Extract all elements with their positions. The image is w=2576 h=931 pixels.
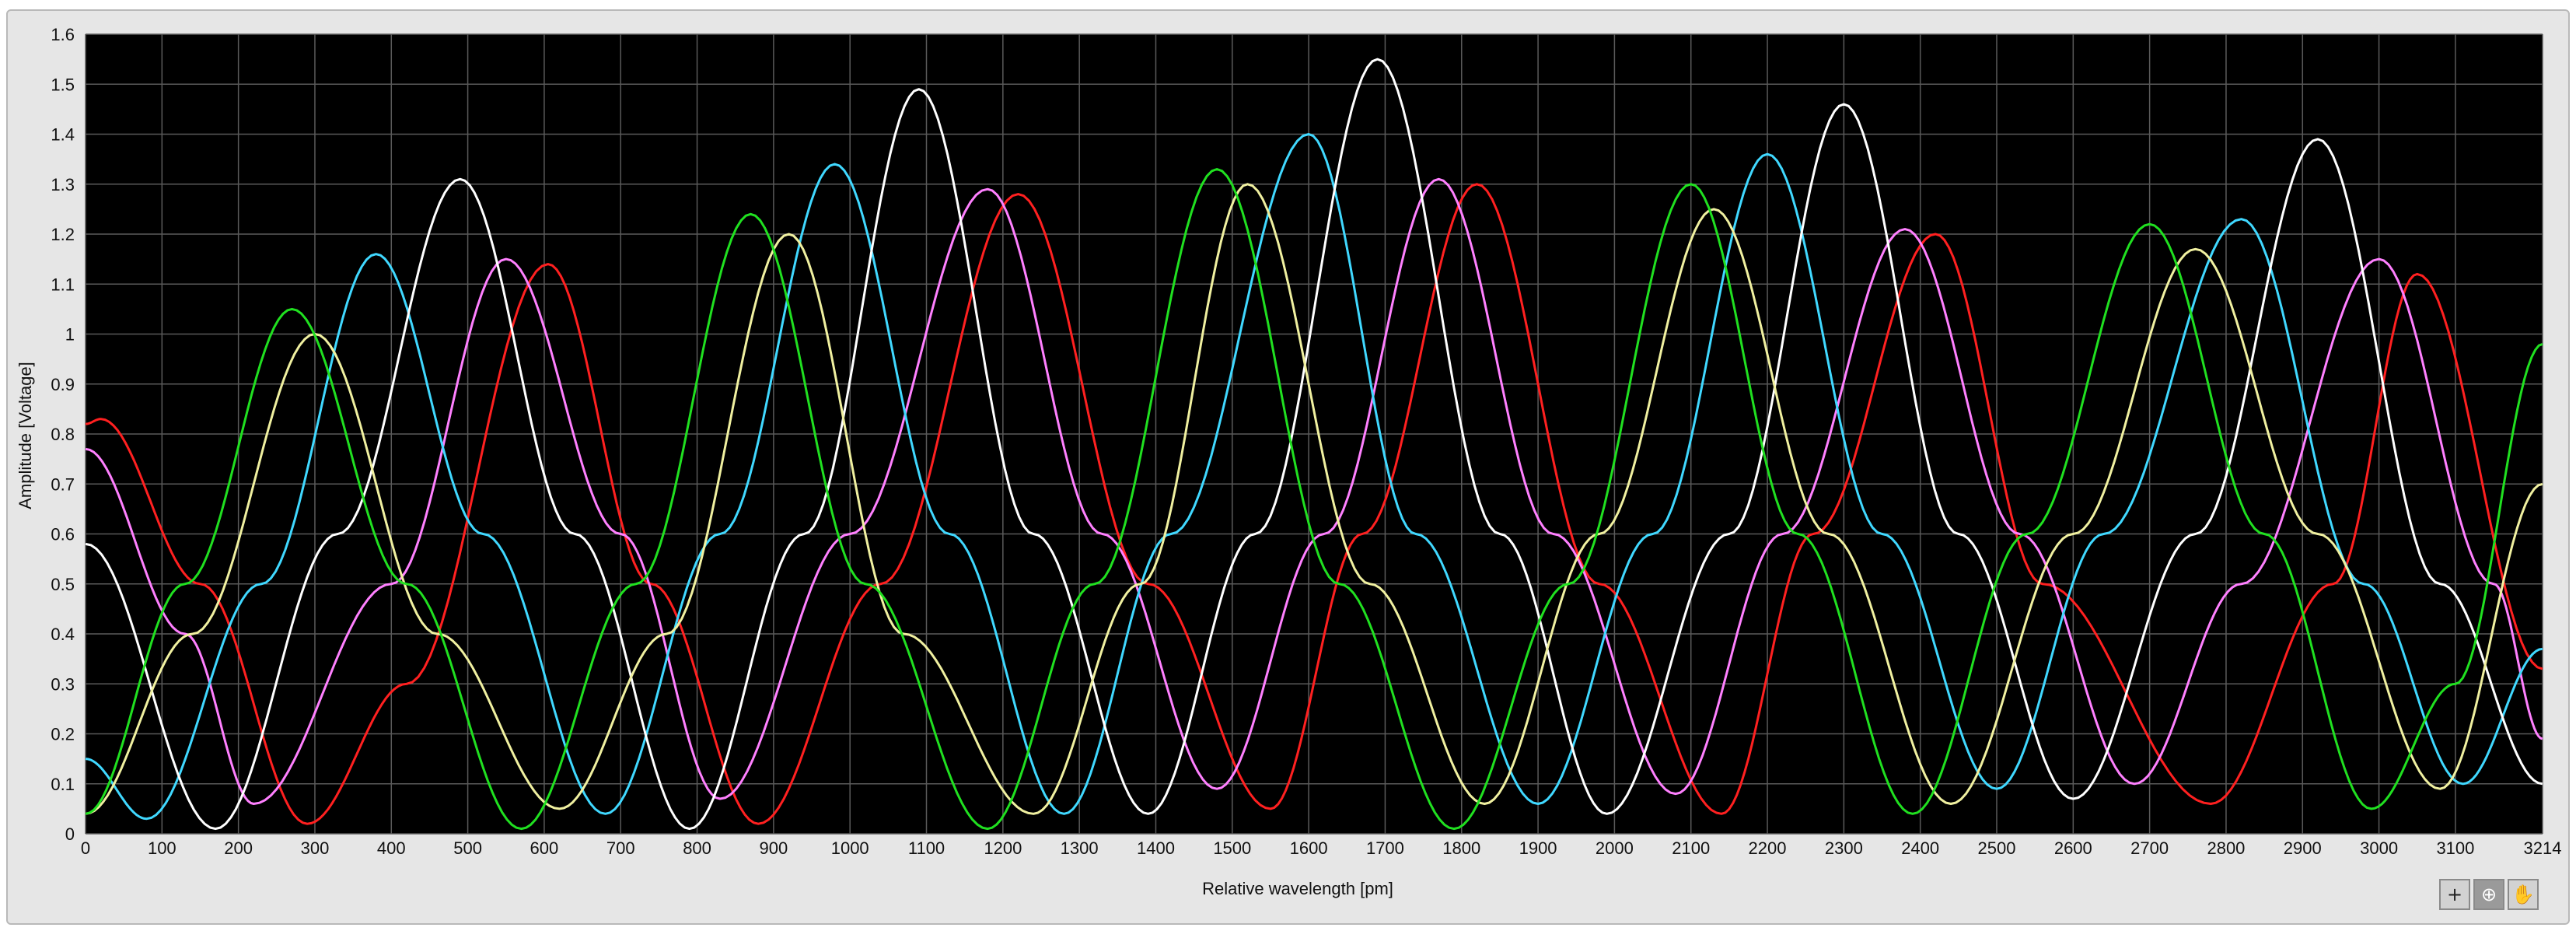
y-tick-labels: 0 0.1 0.2 0.3 0.4 0.5 0.6 0.7 0.8 0.9 1 1.1 1.2 1.3 1.… (51, 25, 75, 844)
x-tick-label: 2200 (1749, 838, 1787, 858)
x-tick-label: 2600 (2054, 838, 2092, 858)
x-tick-label: 1200 (984, 838, 1022, 858)
y-tick-label: 0.4 (51, 625, 75, 644)
y-tick-label: 0.9 (51, 375, 75, 394)
y-tick-label: 1.4 (51, 125, 75, 145)
x-tick-label: 2400 (1901, 838, 1939, 858)
x-tick-label: 100 (148, 838, 177, 858)
x-tick-label: 1000 (831, 838, 869, 858)
cursor-move-tool-button[interactable]: + (2439, 879, 2470, 910)
y-tick-label: 0.7 (51, 474, 75, 494)
y-tick-label: 0 (65, 824, 75, 844)
x-tick-label: 500 (453, 838, 482, 858)
x-tick-label: 900 (760, 838, 788, 858)
plot-area[interactable] (85, 33, 2543, 835)
x-tick-label: 1700 (1366, 838, 1404, 858)
x-tick-label: 800 (683, 838, 711, 858)
y-tick-label: 0.1 (51, 775, 75, 794)
x-tick-label: 200 (224, 838, 253, 858)
x-tick-label: 1300 (1061, 838, 1099, 858)
y-tick-label: 1 (65, 325, 75, 345)
x-tick-label: 2800 (2207, 838, 2245, 858)
y-tick-label: 1.3 (51, 175, 75, 194)
x-tick-label: 2100 (1672, 838, 1710, 858)
x-tick-label: 1800 (1442, 838, 1480, 858)
y-tick-label: 1.2 (51, 225, 75, 244)
x-tick-label: 400 (377, 838, 406, 858)
x-tick-label: 300 (301, 838, 330, 858)
y-tick-label: 1.6 (51, 25, 75, 44)
x-tick-label: 2000 (1596, 838, 1634, 858)
x-tick-label: 3000 (2360, 838, 2398, 858)
x-tick-label: 700 (606, 838, 635, 858)
x-tick-label: 2500 (1978, 838, 2016, 858)
x-tick-label: 600 (530, 838, 559, 858)
x-tick-labels: 0 100 200 300 400 500 600 700 800 900 1000 1100 1200… (81, 838, 2562, 858)
x-tick-label: 1100 (908, 838, 945, 858)
x-tick-label: 3214 (2524, 838, 2562, 858)
y-axis-title: Amplitude [Voltage] (16, 362, 35, 509)
x-tick-label: 2900 (2284, 838, 2322, 858)
x-tick-label: 2700 (2130, 838, 2169, 858)
y-tick-label: 0.2 (51, 725, 75, 744)
x-tick-label: 3100 (2436, 838, 2474, 858)
x-tick-label: 1600 (1290, 838, 1328, 858)
x-tick-label: 2300 (1825, 838, 1863, 858)
y-tick-label: 0.6 (51, 525, 75, 544)
x-tick-label: 0 (81, 838, 90, 858)
y-tick-label: 0.8 (51, 425, 75, 444)
x-axis-title: Relative wavelength [pm] (1202, 879, 1393, 898)
graph-tool-palette: + ⊕ ✋ (2439, 879, 2542, 913)
y-tick-label: 1.1 (51, 275, 75, 294)
y-tick-label: 0.3 (51, 674, 75, 694)
x-tick-label: 1900 (1519, 838, 1557, 858)
x-tick-label: 1500 (1213, 838, 1251, 858)
zoom-tool-button[interactable]: ⊕ (2473, 879, 2504, 910)
y-tick-label: 0.5 (51, 575, 75, 594)
pan-hand-tool-button[interactable]: ✋ (2508, 879, 2539, 910)
x-tick-label: 1400 (1137, 838, 1175, 858)
waveform-chart: 0 0.1 0.2 0.3 0.4 0.5 0.6 0.7 0.8 0.9 1 1.1 1.2 1.3 1.… (16, 25, 2562, 898)
y-tick-label: 1.5 (51, 75, 75, 94)
